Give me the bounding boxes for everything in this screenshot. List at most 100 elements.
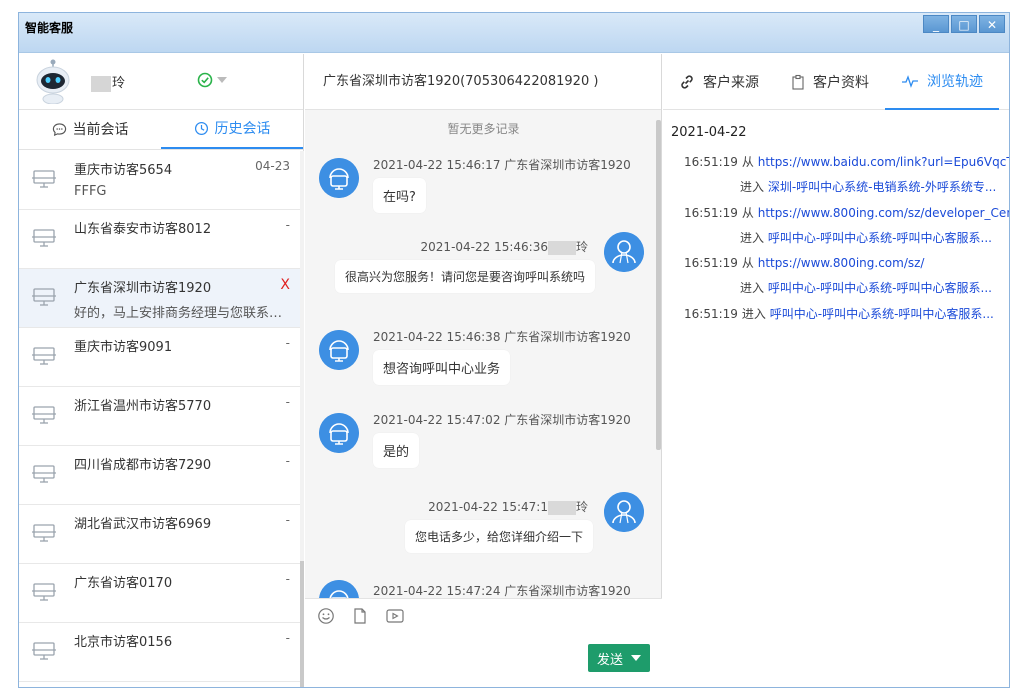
message-time: 2021-04-22 15:46:38 广东省深圳市访客1920: [373, 330, 631, 344]
clipboard-icon: [792, 74, 804, 90]
redacted-block: [547, 240, 576, 255]
trail-link[interactable]: 呼叫中心-呼叫中心系统-呼叫中心客服系...: [768, 231, 992, 245]
tab-history-sessions[interactable]: 历史会话: [161, 110, 303, 149]
visitor-avatar-icon: [319, 158, 359, 198]
trail-date: 2021-04-22: [671, 125, 747, 140]
trail-entry: 16:51:19 进入 呼叫中心-呼叫中心系统-呼叫中心客服系...: [684, 307, 994, 321]
message-time: 2021-04-22 15:46:36 玲: [420, 240, 588, 255]
chat-scrollbar[interactable]: [656, 110, 661, 598]
message-bubble: 想咨询呼叫中心业务: [373, 350, 511, 385]
clock-icon: [194, 121, 208, 136]
agent-profile: 玲: [19, 54, 303, 110]
message-time: 2021-04-22 15:47:24 广东省深圳市访客1920: [373, 584, 631, 598]
list-item[interactable]: 广东省深圳市访客1920 X 好的，马上安排商务经理与您联系，请您保持电话畅通: [19, 269, 300, 328]
visitor-avatar-icon: [319, 413, 359, 453]
trail-entry: 16:51:19 从 https://www.800ing.com/sz/deve…: [684, 204, 1009, 221]
conversation-date: 04-23: [255, 159, 290, 173]
window-title: 智能客服: [25, 21, 74, 35]
online-check-icon: [197, 72, 213, 88]
trail-entry: 进入 深圳-呼叫中心系统-电销系统-外呼系统专...: [740, 180, 997, 194]
trail-link[interactable]: https://www.baidu.com/link?url=Epu6VqcT.…: [758, 155, 1009, 169]
chat-messages: 暂无更多记录 2021-04-22 15:46:17 广东省深圳市访客1920 …: [305, 110, 662, 598]
list-item[interactable]: 四川省成都市访客7290 -: [19, 446, 300, 505]
trail-link[interactable]: 呼叫中心-呼叫中心系统-呼叫中心客服系...: [770, 307, 994, 321]
message-bubble: 在吗?: [373, 178, 426, 213]
window-controls: _ □ ✕: [921, 15, 1005, 33]
conversation-date: -: [285, 395, 290, 409]
scrollbar-thumb[interactable]: [300, 561, 304, 687]
close-button[interactable]: ✕: [979, 15, 1005, 33]
monitor-icon: [32, 229, 56, 247]
message-time: 2021-04-22 15:47:1 玲: [428, 500, 588, 515]
conversation-name: 北京市访客0156: [74, 635, 173, 650]
conversation-preview: 好的，马上安排商务经理与您联系，请您保持电话畅通: [74, 306, 289, 321]
redacted-block: [547, 500, 576, 515]
no-more-records[interactable]: 暂无更多记录: [305, 120, 662, 137]
composer-toolbar: [317, 607, 405, 625]
session-tabs: 当前会话 历史会话: [19, 110, 303, 150]
monitor-icon: [32, 170, 56, 188]
message-bubble: 很高兴为您服务！请问您是要咨询呼叫系统吗: [335, 260, 596, 293]
close-conversation-button[interactable]: X: [280, 277, 290, 293]
monitor-icon: [32, 524, 56, 542]
monitor-icon: [32, 642, 56, 660]
trail-link[interactable]: 呼叫中心-呼叫中心系统-呼叫中心客服系...: [768, 281, 992, 295]
list-item[interactable]: 广东省访客0170 -: [19, 564, 300, 623]
status-selector[interactable]: [197, 72, 229, 88]
conversation-name: 重庆市访客5654: [74, 163, 173, 178]
conversation-scrollbar[interactable]: [300, 151, 304, 687]
tab-customer-source[interactable]: 客户来源: [663, 54, 775, 110]
conversation-name: 湖北省武汉市访客6969: [74, 517, 212, 532]
monitor-icon: [32, 583, 56, 601]
visitor-avatar-icon: [319, 330, 359, 370]
visitor-avatar-icon: [319, 580, 359, 598]
conversation-date: -: [285, 572, 290, 586]
conversation-date: -: [285, 454, 290, 468]
trail-link[interactable]: https://www.800ing.com/sz/developer_Cen.…: [758, 206, 1009, 220]
conversation-date: -: [285, 631, 290, 645]
conversation-date: -: [285, 218, 290, 232]
conversation-preview: FFFG: [74, 184, 107, 199]
list-item[interactable]: 重庆市访客5654 04-23 FFFG: [19, 151, 300, 210]
trail-entry: 16:51:19 从 https://www.baidu.com/link?url…: [684, 153, 1009, 170]
chat-header: 广东省深圳市访客1920(705306422081920 ): [305, 54, 661, 110]
agent-name: 玲: [91, 72, 125, 92]
tab-browsing-trail[interactable]: 浏览轨迹: [885, 54, 999, 110]
monitor-icon: [32, 465, 56, 483]
send-button[interactable]: 发送: [588, 644, 650, 672]
scrollbar-thumb[interactable]: [656, 120, 661, 450]
message-bubble: 是的: [373, 433, 420, 468]
trail-entry: 进入 呼叫中心-呼叫中心系统-呼叫中心客服系...: [740, 231, 992, 245]
monitor-icon: [32, 288, 56, 306]
minimize-button[interactable]: _: [923, 15, 949, 33]
trail-entry: 16:51:19 从 https://www.800ing.com/sz/: [684, 256, 925, 270]
tab-customer-profile[interactable]: 客户资料: [775, 54, 885, 110]
list-item[interactable]: 湖北省武汉市访客6969 -: [19, 505, 300, 564]
link-icon: [681, 75, 693, 89]
conversation-name: 山东省泰安市访客8012: [74, 222, 212, 237]
info-tabs: 客户来源 客户资料 浏览轨迹: [663, 54, 1009, 110]
conversation-name: 广东省深圳市访客1920: [74, 281, 212, 296]
chevron-down-icon: [217, 77, 227, 83]
file-icon[interactable]: [351, 607, 369, 625]
trail-entry: 进入 呼叫中心-呼叫中心系统-呼叫中心客服系...: [740, 281, 992, 295]
trail-link[interactable]: https://www.800ing.com/sz/: [758, 256, 925, 270]
chevron-down-icon[interactable]: [631, 655, 641, 661]
conversation-name: 四川省成都市访客7290: [74, 458, 212, 473]
message-composer[interactable]: 发送: [305, 598, 662, 687]
conversation-name: 广东省访客0170: [74, 576, 173, 591]
monitor-icon: [32, 347, 56, 365]
conversation-date: -: [285, 513, 290, 527]
message-bubble: 您电话多少，给您详细介绍一下: [405, 520, 594, 553]
list-item[interactable]: 山东省泰安市访客8012 -: [19, 210, 300, 269]
visitor-info-pane: 客户来源 客户资料 浏览轨迹 2021-04-22 16:51:19 从 http…: [663, 54, 1009, 687]
tab-current-sessions[interactable]: 当前会话: [19, 110, 161, 149]
chat-pane: 广东省深圳市访客1920(705306422081920 ) 暂无更多记录 20…: [305, 54, 662, 687]
list-item[interactable]: 重庆市访客9091 -: [19, 328, 300, 387]
emoji-icon[interactable]: [317, 607, 335, 625]
list-item[interactable]: 浙江省温州市访客5770 -: [19, 387, 300, 446]
video-icon[interactable]: [385, 607, 405, 625]
maximize-button[interactable]: □: [951, 15, 977, 33]
list-item[interactable]: 北京市访客0156 -: [19, 623, 300, 682]
trail-link[interactable]: 深圳-呼叫中心系统-电销系统-外呼系统专...: [768, 180, 996, 194]
